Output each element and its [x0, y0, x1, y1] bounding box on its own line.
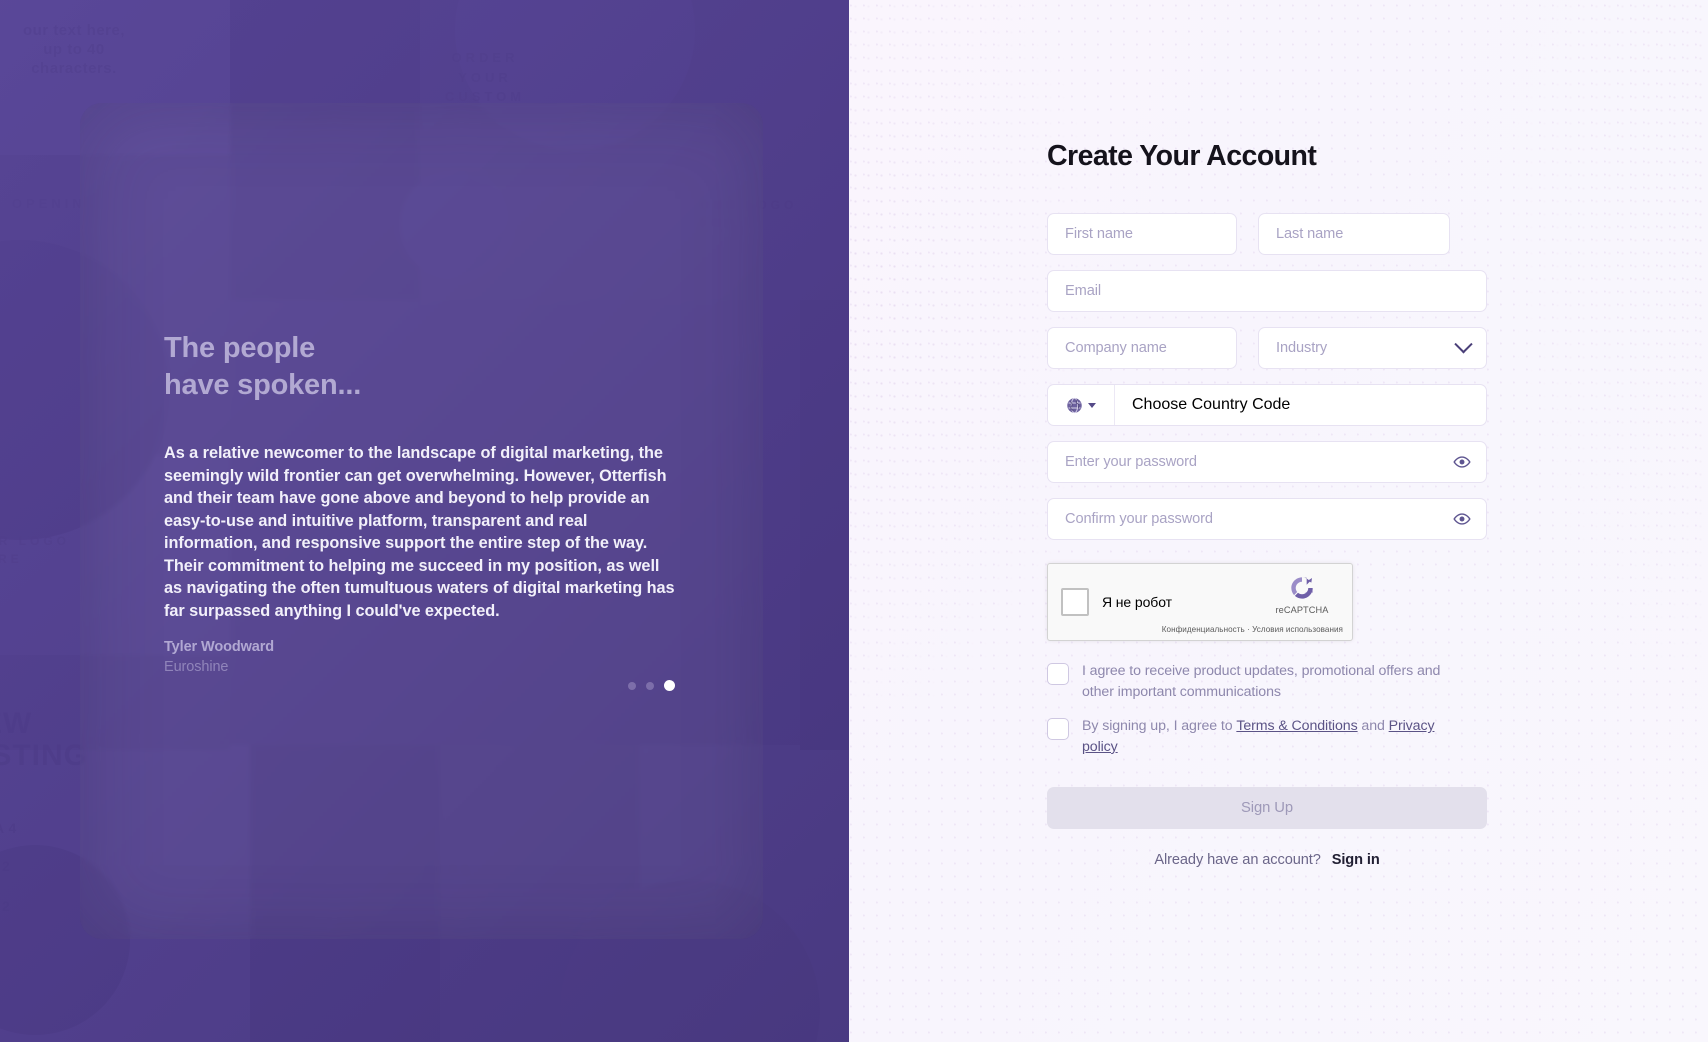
testimonial-panel: our text here, up to 40 characters. ORDE… [0, 0, 849, 1042]
sign-up-button[interactable]: Sign Up [1047, 787, 1487, 830]
recaptcha-brand-label: reCAPTCHA [1275, 605, 1329, 615]
terms-consent-checkbox[interactable] [1047, 718, 1069, 741]
signup-page: our text here, up to 40 characters. ORDE… [0, 0, 1708, 1042]
eye-icon-confirm[interactable] [1453, 510, 1471, 528]
confirm-password-placeholder: Confirm your password [1065, 510, 1213, 527]
terms-prefix: By signing up, I agree to [1082, 718, 1233, 735]
signup-form-panel: Create Your Account First name Last name… [849, 0, 1708, 1042]
country-code-placeholder: Choose Country Code [1132, 396, 1291, 413]
first-name-input[interactable]: First name [1047, 213, 1237, 255]
industry-select[interactable]: Industry [1258, 327, 1487, 369]
signup-form: Create Your Account First name Last name… [1047, 140, 1487, 868]
country-code-selector[interactable] [1048, 385, 1115, 425]
terms-and: and [1361, 718, 1385, 735]
password-input[interactable]: Enter your password [1047, 441, 1487, 483]
country-code-input[interactable]: Choose Country Code [1115, 385, 1486, 425]
carousel-dot-3[interactable] [664, 680, 675, 691]
marketing-consent-row: I agree to receive product updates, prom… [1047, 661, 1487, 702]
sign-in-link[interactable]: Sign in [1332, 852, 1380, 868]
eye-icon[interactable] [1453, 453, 1471, 471]
globe-icon [1067, 397, 1082, 413]
email-input[interactable]: Email [1047, 270, 1487, 312]
last-name-input[interactable]: Last name [1258, 213, 1450, 255]
carousel-dot-1[interactable] [628, 681, 636, 690]
first-name-placeholder: First name [1065, 225, 1133, 242]
caret-down-icon [1088, 402, 1096, 408]
confirm-password-input[interactable]: Confirm your password [1047, 498, 1487, 540]
terms-consent-row: By signing up, I agree to Terms & Condit… [1047, 716, 1487, 757]
marketing-consent-checkbox[interactable] [1047, 663, 1069, 685]
testimonial-company: Euroshine [164, 659, 229, 676]
recaptcha-widget[interactable]: Я не робот reCAPTCHA Конфиденциальность … [1047, 563, 1353, 641]
country-code-row: Choose Country Code [1047, 384, 1487, 426]
chevron-down-icon [1454, 334, 1473, 353]
carousel-dots[interactable] [628, 680, 675, 691]
testimonial-quote: As a relative newcomer to the landscape … [164, 444, 675, 620]
password-row: Enter your password [1047, 441, 1487, 483]
recaptcha-checkbox[interactable] [1061, 588, 1089, 616]
recaptcha-brand: reCAPTCHA [1263, 572, 1341, 615]
recaptcha-label: Я не робот [1102, 594, 1172, 610]
page-title: Create Your Account [1047, 140, 1317, 172]
email-row: Email [1047, 270, 1487, 312]
company-name-input[interactable]: Company name [1047, 327, 1237, 369]
marketing-consent-label: I agree to receive product updates, prom… [1082, 663, 1441, 700]
name-row: First name Last name [1047, 213, 1487, 255]
last-name-placeholder: Last name [1276, 225, 1344, 242]
recaptcha-logo-icon [1291, 577, 1313, 599]
testimonial-heading: The people have spoken... [164, 332, 362, 402]
terms-conditions-link[interactable]: Terms & Conditions [1236, 718, 1357, 734]
signin-prompt-text: Already have an account? [1154, 852, 1321, 869]
confirm-password-row: Confirm your password [1047, 498, 1487, 540]
company-name-placeholder: Company name [1065, 339, 1167, 356]
company-row: Company name Industry [1047, 327, 1487, 369]
testimonial-author: Tyler Woodward [164, 639, 275, 656]
testimonial-content: The people have spoken... As a relative … [164, 330, 684, 675]
terms-consent-label: By signing up, I agree to Terms & Condit… [1082, 716, 1457, 757]
signin-prompt-row: Already have an account? Sign in [1047, 852, 1487, 868]
recaptcha-legal: Конфиденциальность · Условия использован… [1161, 625, 1343, 634]
carousel-dot-2[interactable] [646, 681, 654, 690]
email-placeholder: Email [1065, 282, 1101, 299]
password-placeholder: Enter your password [1065, 453, 1197, 470]
industry-placeholder: Industry [1276, 339, 1328, 356]
